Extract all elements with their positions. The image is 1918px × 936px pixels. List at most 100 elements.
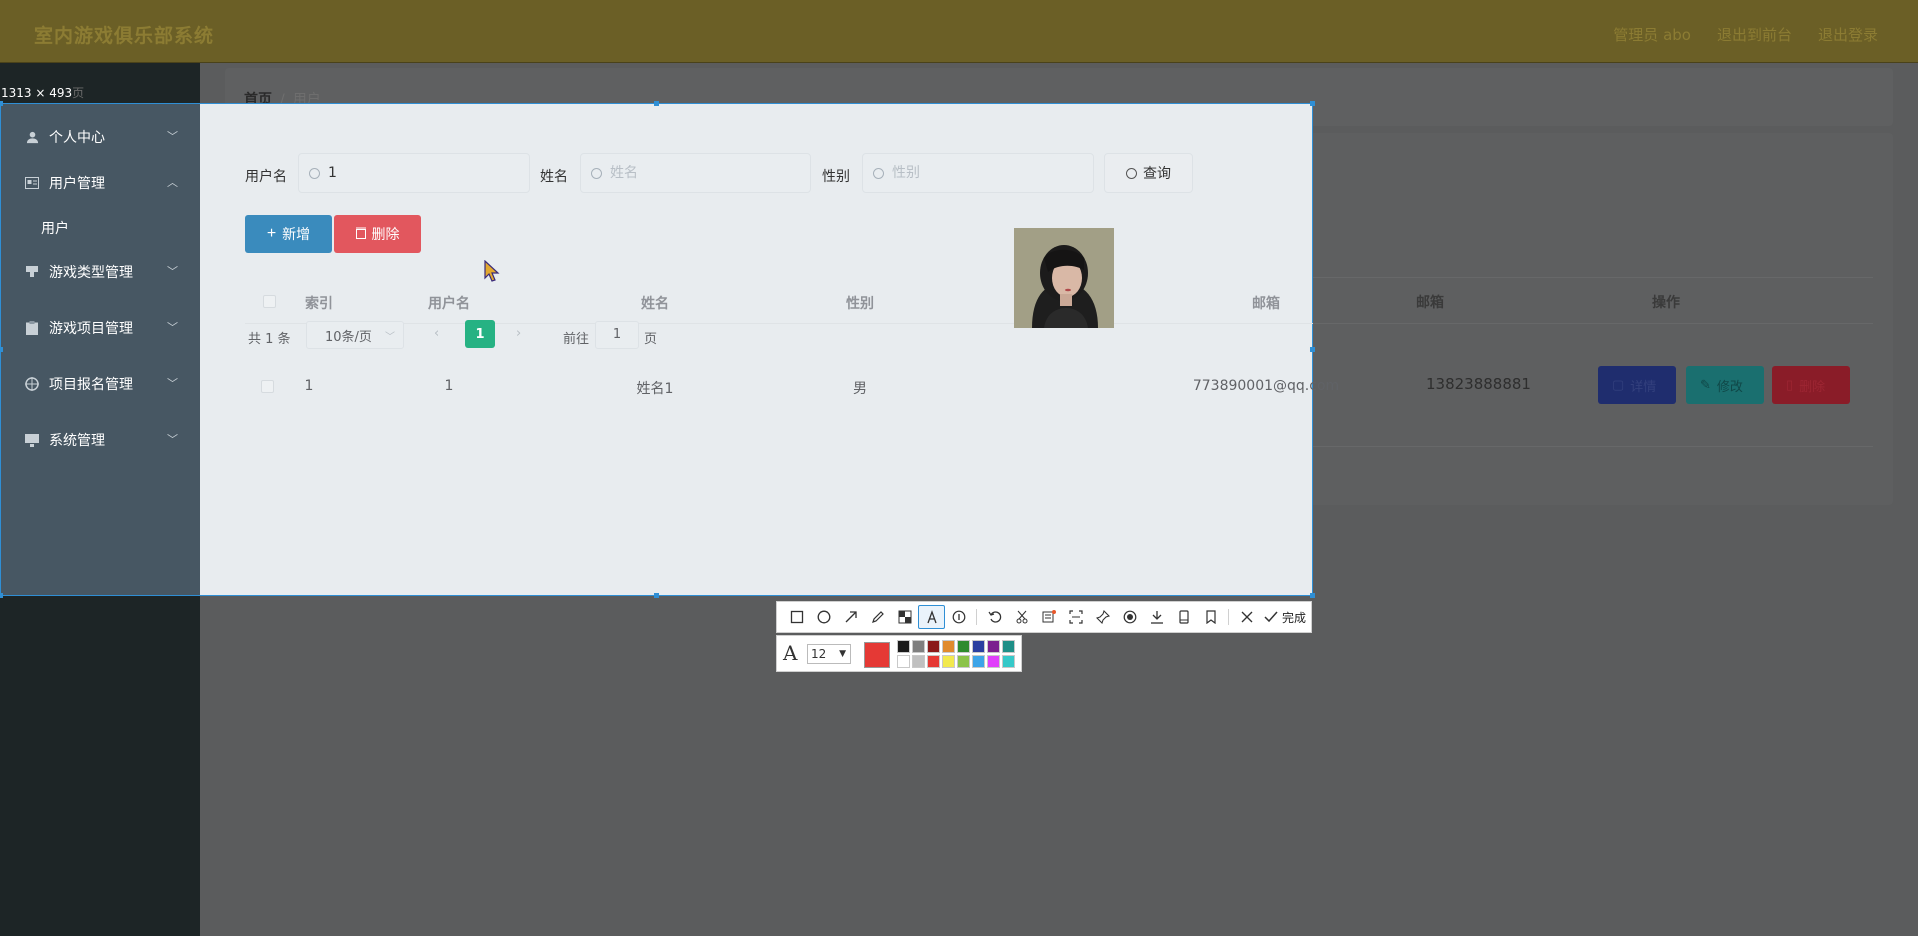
triangle-down-icon: ▼ bbox=[839, 649, 846, 659]
goto-label: 前往 bbox=[563, 332, 590, 347]
cut-icon[interactable] bbox=[1008, 605, 1035, 629]
close-icon[interactable] bbox=[1233, 605, 1260, 629]
color-swatch[interactable] bbox=[897, 640, 910, 653]
next-page-icon[interactable]: › bbox=[516, 326, 521, 341]
gender-input[interactable] bbox=[892, 165, 1042, 181]
row-checkbox[interactable] bbox=[261, 380, 274, 393]
goto-page-input[interactable]: 1 bbox=[595, 321, 639, 349]
color-swatch[interactable] bbox=[927, 655, 940, 668]
column-header-email-visible: 邮箱 bbox=[1252, 296, 1280, 312]
font-icon: A bbox=[783, 641, 798, 665]
toolbar-separator bbox=[976, 609, 977, 625]
trash-icon: ▯ bbox=[1786, 377, 1794, 392]
color-swatch[interactable] bbox=[957, 655, 970, 668]
top-links: 管理员 abo 退出到前台 退出登录 bbox=[1613, 24, 1878, 45]
prev-page-icon[interactable]: ‹ bbox=[434, 326, 439, 341]
done-button[interactable]: 完成 bbox=[1264, 609, 1306, 626]
color-swatch[interactable] bbox=[1002, 640, 1015, 653]
edit-button[interactable]: ✎ 修改 bbox=[1686, 366, 1764, 404]
color-swatch[interactable] bbox=[912, 640, 925, 653]
color-swatch[interactable] bbox=[1002, 655, 1015, 668]
name-field[interactable] bbox=[580, 153, 811, 193]
rectangle-icon[interactable] bbox=[783, 605, 810, 629]
add-button[interactable]: + 新增 bbox=[245, 215, 332, 253]
page-number-current[interactable]: 1 bbox=[465, 320, 495, 348]
trash-icon bbox=[355, 226, 366, 242]
select-all-checkbox[interactable] bbox=[263, 295, 276, 308]
color-swatch[interactable] bbox=[912, 655, 925, 668]
page-size-select[interactable]: 10条/页 ﹀ bbox=[306, 321, 404, 349]
color-swatch[interactable] bbox=[942, 655, 955, 668]
detail-button-label: 详情 bbox=[1630, 378, 1657, 394]
check-icon bbox=[1264, 611, 1278, 623]
logout-link[interactable]: 退出登录 bbox=[1818, 24, 1878, 45]
back-to-frontend-link[interactable]: 退出到前台 bbox=[1717, 24, 1792, 45]
color-swatch[interactable] bbox=[897, 655, 910, 668]
long-screenshot-icon[interactable] bbox=[1170, 605, 1197, 629]
edit-button-label: 修改 bbox=[1716, 378, 1743, 394]
color-swatch[interactable] bbox=[987, 640, 1000, 653]
username-input[interactable] bbox=[328, 165, 478, 181]
username-field[interactable] bbox=[298, 153, 530, 193]
pin-icon[interactable] bbox=[1089, 605, 1116, 629]
add-button-label: 新增 bbox=[282, 226, 311, 242]
name-input[interactable] bbox=[610, 165, 760, 181]
column-header-email: 邮箱 bbox=[1416, 295, 1444, 311]
capture-content-layer: 用户名 姓名 性别 查询 + 新增 删除 索引 用户名 姓名 性别 头像 邮箱 bbox=[0, 103, 1339, 596]
ellipse-icon[interactable] bbox=[810, 605, 837, 629]
avatar bbox=[1014, 228, 1114, 328]
table-right-portion: 邮箱 操作 13823888881 bbox=[1313, 277, 1873, 447]
download-icon[interactable] bbox=[1143, 605, 1170, 629]
column-header-gender: 性别 bbox=[846, 296, 874, 312]
text-style-toolbar: A 12 ▼ bbox=[776, 635, 1022, 672]
detail-button[interactable]: ▢ 详情 bbox=[1598, 366, 1676, 404]
admin-user-link[interactable]: 管理员 abo bbox=[1613, 24, 1691, 45]
color-swatch[interactable] bbox=[972, 655, 985, 668]
undo-icon[interactable] bbox=[981, 605, 1008, 629]
bookmark-icon[interactable] bbox=[1197, 605, 1224, 629]
color-swatch[interactable] bbox=[987, 655, 1000, 668]
color-swatch[interactable] bbox=[927, 640, 940, 653]
record-icon[interactable] bbox=[1116, 605, 1143, 629]
table-header-divider bbox=[1313, 323, 1873, 324]
row-delete-button[interactable]: ▯ 删除 bbox=[1772, 366, 1850, 404]
column-header-username: 用户名 bbox=[428, 296, 470, 312]
chevron-down-icon: ﹀ bbox=[385, 332, 395, 343]
delete-button[interactable]: 删除 bbox=[334, 215, 421, 253]
goto-unit-label: 页 bbox=[644, 332, 658, 347]
gender-field[interactable] bbox=[862, 153, 1094, 193]
cell-username: 1 bbox=[444, 378, 454, 394]
text-icon[interactable] bbox=[918, 605, 945, 629]
selection-size-suffix: 页 bbox=[72, 86, 85, 100]
plus-icon: + bbox=[266, 225, 277, 242]
edit-icon: ✎ bbox=[1700, 377, 1711, 392]
cell-email: 773890001@qq.com bbox=[1192, 378, 1340, 394]
row-delete-button-label: 删除 bbox=[1799, 378, 1826, 394]
app-header: 室内游戏俱乐部系统 管理员 abo 退出到前台 退出登录 bbox=[0, 0, 1918, 63]
query-button[interactable]: 查询 bbox=[1104, 153, 1193, 193]
current-color-swatch[interactable] bbox=[864, 642, 890, 668]
name-label: 姓名 bbox=[540, 169, 568, 185]
column-header-name: 姓名 bbox=[641, 296, 669, 312]
arrow-icon[interactable] bbox=[837, 605, 864, 629]
color-swatch[interactable] bbox=[942, 640, 955, 653]
app-title: 室内游戏俱乐部系统 bbox=[34, 25, 215, 47]
column-header-index: 索引 bbox=[305, 296, 333, 312]
cell-index: 1 bbox=[304, 378, 314, 394]
table-header: 索引 用户名 姓名 性别 头像 邮箱 bbox=[245, 278, 1313, 324]
scan-icon[interactable] bbox=[1062, 605, 1089, 629]
ocr-icon[interactable] bbox=[1035, 605, 1062, 629]
color-swatch[interactable] bbox=[957, 640, 970, 653]
mouse-cursor-icon bbox=[484, 259, 500, 286]
selection-size-label: 1313 × 493页 bbox=[1, 84, 89, 101]
number-icon[interactable] bbox=[945, 605, 972, 629]
font-size-select[interactable]: 12 ▼ bbox=[807, 644, 851, 664]
search-icon bbox=[309, 167, 320, 179]
cell-gender: 男 bbox=[853, 381, 867, 397]
done-button-label: 完成 bbox=[1282, 610, 1307, 625]
username-label: 用户名 bbox=[245, 169, 287, 185]
mosaic-icon[interactable] bbox=[891, 605, 918, 629]
pencil-icon[interactable] bbox=[864, 605, 891, 629]
delete-button-label: 删除 bbox=[371, 226, 400, 242]
color-swatch[interactable] bbox=[972, 640, 985, 653]
